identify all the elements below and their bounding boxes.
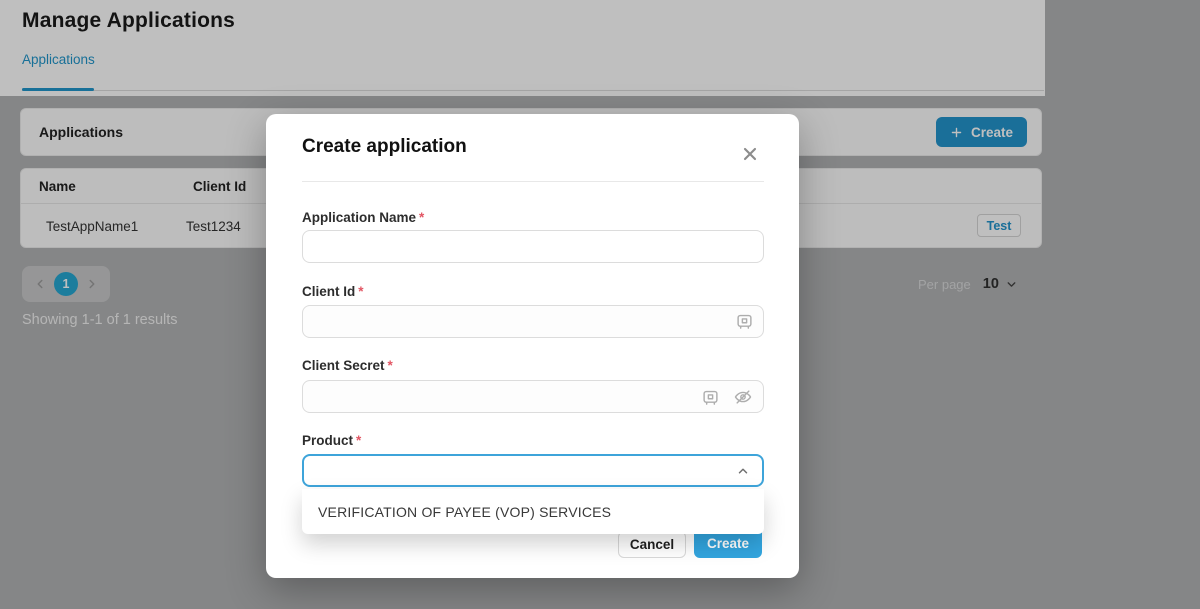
product-select[interactable] [302, 454, 764, 487]
required-mark: * [358, 284, 363, 299]
application-name-label: Application Name* [302, 210, 424, 225]
create-application-modal: Create application Application Name* Cli… [266, 114, 799, 578]
product-option-vop[interactable]: VERIFICATION OF PAYEE (VOP) SERVICES [302, 504, 611, 520]
product-label: Product* [302, 433, 361, 448]
client-secret-input-icons [702, 387, 753, 407]
close-icon[interactable] [740, 144, 760, 164]
application-name-input[interactable] [302, 230, 764, 263]
cancel-button[interactable]: Cancel [618, 531, 686, 558]
required-mark: * [388, 358, 393, 373]
client-secret-label: Client Secret* [302, 358, 393, 373]
modal-title: Create application [302, 136, 467, 158]
manage-applications-page: Manage Applications Applications Applica… [0, 0, 1200, 609]
vault-icon[interactable] [736, 313, 753, 330]
client-id-label: Client Id* [302, 284, 364, 299]
eye-off-icon[interactable] [733, 387, 753, 407]
chevron-up-icon [736, 464, 750, 478]
client-id-input-icons [736, 313, 753, 330]
modal-divider [302, 181, 764, 182]
client-id-input[interactable] [302, 305, 764, 338]
product-dropdown-panel: VERIFICATION OF PAYEE (VOP) SERVICES [302, 489, 764, 534]
required-mark: * [419, 210, 424, 225]
client-secret-input[interactable] [302, 380, 764, 413]
vault-icon[interactable] [702, 389, 719, 406]
required-mark: * [356, 433, 361, 448]
